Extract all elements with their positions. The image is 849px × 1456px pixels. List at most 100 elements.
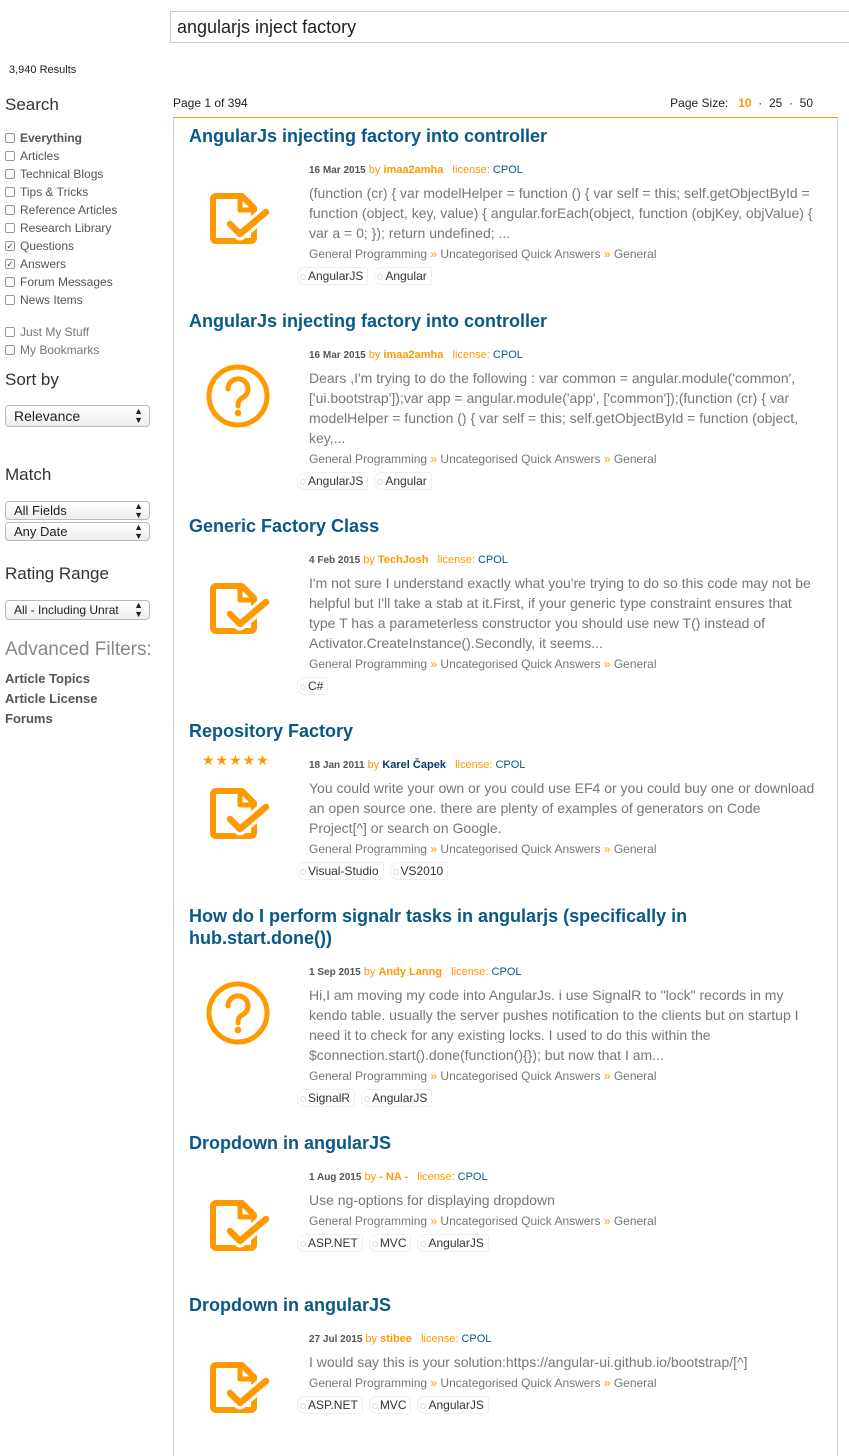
checkbox[interactable] — [5, 187, 15, 197]
advanced-link-forums[interactable]: Forums — [5, 711, 165, 726]
advanced-link-article-topics[interactable]: Article Topics — [5, 671, 165, 686]
license-link[interactable]: CPOL — [461, 1333, 491, 1345]
license-label: license: — [411, 1333, 462, 1345]
filter-checkbox-technical-blogs[interactable]: Technical Blogs — [5, 165, 165, 183]
filter-checkbox-questions[interactable]: ✓ Questions — [5, 237, 165, 255]
tag-angular[interactable]: Angular — [374, 472, 432, 490]
category-link[interactable]: General — [614, 1376, 657, 1390]
checkbox[interactable]: ✓ — [5, 259, 15, 269]
search-result: Generic Factory Class 4 Feb 2015 by TechJ… — [189, 515, 829, 695]
license-link[interactable]: CPOL — [493, 349, 523, 361]
tag-vs2010[interactable]: VS2010 — [389, 862, 449, 880]
result-author-link[interactable]: TechJosh — [378, 554, 429, 566]
tag-angular[interactable]: Angular — [374, 267, 432, 285]
filter-checkbox-answers[interactable]: ✓ Answers — [5, 255, 165, 273]
checkbox[interactable] — [5, 277, 15, 287]
category-link[interactable]: Uncategorised Quick Answers — [440, 452, 600, 466]
checkbox[interactable] — [5, 223, 15, 233]
category-link[interactable]: General — [614, 842, 657, 856]
match-date-select[interactable]: Any Date ▲ ▼ — [5, 522, 150, 541]
page-size-option-50[interactable]: 50 — [800, 96, 813, 110]
filter-checkbox-forum-messages[interactable]: Forum Messages — [5, 273, 165, 291]
tag-angularjs[interactable]: AngularJS — [361, 1089, 433, 1107]
category-link[interactable]: General Programming — [309, 1214, 427, 1228]
checkbox[interactable]: ✓ — [5, 241, 15, 251]
breadcrumb-separator: » — [427, 452, 441, 466]
category-link[interactable]: Uncategorised Quick Answers — [440, 1214, 600, 1228]
filter-checkbox-news-items[interactable]: News Items — [5, 291, 165, 309]
result-author-link[interactable]: stibee — [380, 1333, 412, 1345]
match-fields-select[interactable]: All Fields ▲ ▼ — [5, 501, 150, 520]
result-date: 1 Aug 2015 — [309, 1172, 362, 1183]
category-link[interactable]: General Programming — [309, 247, 427, 261]
tag-angularjs[interactable]: AngularJS — [297, 472, 369, 490]
checkbox[interactable] — [5, 205, 15, 215]
filter-checkbox-articles[interactable]: Articles — [5, 147, 165, 165]
tag-visual-studio[interactable]: Visual-Studio — [297, 862, 384, 880]
filter-checkbox-my-bookmarks[interactable]: My Bookmarks — [5, 341, 165, 359]
breadcrumb-separator: » — [427, 1069, 441, 1083]
tag-angularjs[interactable]: AngularJS — [417, 1396, 489, 1414]
result-title-link[interactable]: AngularJs injecting factory into control… — [189, 310, 829, 332]
category-link[interactable]: General — [614, 247, 657, 261]
license-link[interactable]: CPOL — [478, 554, 508, 566]
category-link[interactable]: Uncategorised Quick Answers — [440, 657, 600, 671]
checkbox[interactable] — [5, 169, 15, 179]
filter-checkbox-tips-tricks[interactable]: Tips & Tricks — [5, 183, 165, 201]
advanced-link-article-license[interactable]: Article License — [5, 691, 165, 706]
result-title-link[interactable]: Dropdown in angularJS — [189, 1132, 829, 1154]
tag-asp-net[interactable]: ASP.NET — [297, 1396, 363, 1414]
category-link[interactable]: General Programming — [309, 452, 427, 466]
category-link[interactable]: General — [614, 1069, 657, 1083]
result-title-link[interactable]: AngularJs injecting factory into control… — [189, 125, 829, 147]
checkbox[interactable] — [5, 327, 15, 337]
result-author-link[interactable]: imaa2amha — [383, 349, 443, 361]
result-category-breadcrumb: General Programming » Uncategorised Quic… — [309, 842, 657, 856]
sort-select[interactable]: Relevance ▲ ▼ — [5, 405, 150, 427]
result-title-link[interactable]: Repository Factory — [189, 720, 829, 742]
license-link[interactable]: CPOL — [495, 759, 525, 771]
checkbox[interactable] — [5, 151, 15, 161]
category-link[interactable]: Uncategorised Quick Answers — [440, 1376, 600, 1390]
result-author-link[interactable]: Andy Lanng — [378, 966, 442, 978]
category-link[interactable]: General — [614, 1214, 657, 1228]
filter-checkbox-research-library[interactable]: Research Library — [5, 219, 165, 237]
search-box[interactable] — [170, 11, 849, 43]
filter-checkbox-just-my-stuff[interactable]: Just My Stuff — [5, 323, 165, 341]
checkbox[interactable] — [5, 345, 15, 355]
category-link[interactable]: General Programming — [309, 1069, 427, 1083]
filter-checkbox-reference-articles[interactable]: Reference Articles — [5, 201, 165, 219]
rating-select[interactable]: All - Including Unrat ▲ ▼ — [5, 600, 150, 620]
category-link[interactable]: General Programming — [309, 657, 427, 671]
license-link[interactable]: CPOL — [458, 1171, 488, 1183]
category-link[interactable]: General Programming — [309, 842, 427, 856]
category-link[interactable]: General Programming — [309, 1376, 427, 1390]
category-link[interactable]: Uncategorised Quick Answers — [440, 1069, 600, 1083]
result-title-link[interactable]: Dropdown in angularJS — [189, 1294, 829, 1316]
tag-mvc[interactable]: MVC — [368, 1396, 412, 1414]
page-size-option-10[interactable]: 10 — [738, 96, 751, 110]
category-link[interactable]: Uncategorised Quick Answers — [440, 247, 600, 261]
result-title-link[interactable]: How do I perform signalr tasks in angula… — [189, 905, 709, 949]
tag-asp-net[interactable]: ASP.NET — [297, 1234, 363, 1252]
license-link[interactable]: CPOL — [492, 966, 522, 978]
search-input[interactable] — [171, 12, 849, 42]
category-link[interactable]: Uncategorised Quick Answers — [440, 842, 600, 856]
category-link[interactable]: General — [614, 657, 657, 671]
tag-c#[interactable]: C# — [297, 677, 329, 695]
tag-mvc[interactable]: MVC — [368, 1234, 412, 1252]
checkbox[interactable] — [5, 133, 15, 143]
result-author-link[interactable]: - NA - — [379, 1171, 408, 1183]
result-excerpt: I would say this is your solution:https:… — [309, 1354, 748, 1370]
result-title-link[interactable]: Generic Factory Class — [189, 515, 829, 537]
license-link[interactable]: CPOL — [493, 164, 523, 176]
tag-angularjs[interactable]: AngularJS — [297, 267, 369, 285]
result-author-link[interactable]: imaa2amha — [383, 164, 443, 176]
checkbox[interactable] — [5, 295, 15, 305]
tag-signalr[interactable]: SignalR — [297, 1089, 356, 1107]
page-size-option-25[interactable]: 25 — [769, 96, 782, 110]
filter-checkbox-everything[interactable]: Everything — [5, 129, 165, 147]
result-author-link[interactable]: Karel Čapek — [382, 759, 446, 771]
tag-angularjs[interactable]: AngularJS — [417, 1234, 489, 1252]
category-link[interactable]: General — [614, 452, 657, 466]
